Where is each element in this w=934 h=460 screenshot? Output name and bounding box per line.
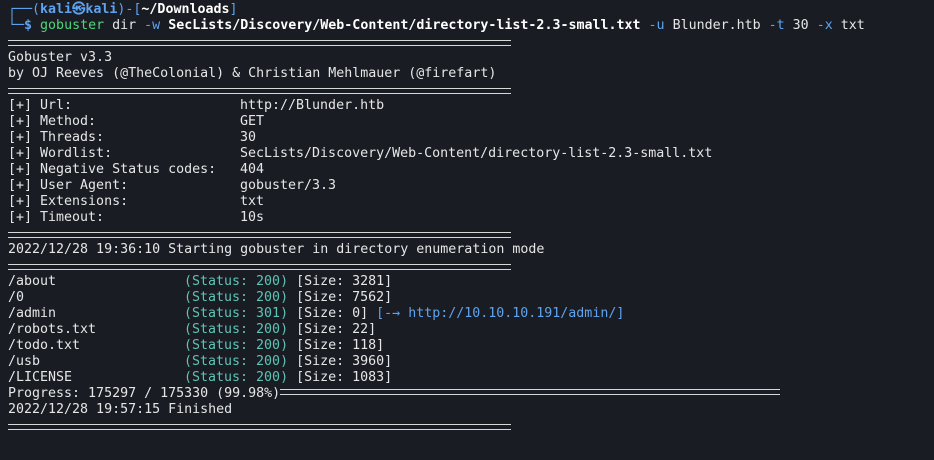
result-status: (Status: 200): [184, 322, 289, 337]
result-row: /LICENSE (Status: 200) [Size: 1083]: [8, 370, 928, 386]
prompt-end: ]: [229, 2, 238, 17]
config-key: [+] User Agent:: [8, 178, 129, 193]
command-mode: dir: [112, 18, 137, 33]
result-status: (Status: 200): [184, 274, 289, 289]
config-value: http://Blunder.htb: [240, 98, 385, 113]
config-value: gobuster/3.3: [240, 178, 337, 193]
result-status: (Status: 301): [184, 306, 289, 321]
config-value: txt: [240, 194, 265, 209]
result-size: [Size: 3960]: [296, 354, 393, 369]
prompt-symbol: $: [24, 18, 33, 33]
result-path: /LICENSE: [8, 370, 73, 385]
result-path: /admin: [8, 306, 57, 321]
config-key: [+] Extensions:: [8, 194, 129, 209]
result-size: [Size: 3281]: [296, 274, 393, 289]
prompt-user: kali: [40, 2, 73, 17]
prompt-mid: )-[: [117, 2, 142, 17]
command-ext: txt: [840, 18, 865, 33]
result-path: /usb: [8, 354, 41, 369]
command-threads: 30: [792, 18, 809, 33]
config-key: [+] Url:: [8, 98, 73, 113]
config-row: [+] Threads: 30: [8, 130, 928, 146]
result-size: [Size: 22]: [296, 322, 377, 337]
config-value: 404: [240, 162, 265, 177]
config-row: [+] Wordlist: SecLists/Discovery/Web-Cont…: [8, 146, 928, 162]
result-row: /admin (Status: 301) [Size: 0] [-→ http:/…: [8, 306, 928, 322]
result-path: /0: [8, 290, 25, 305]
separator: [8, 34, 928, 50]
config-value: 10s: [240, 210, 265, 225]
finished-line: 2022/12/28 19:57:15 Finished: [8, 402, 233, 417]
result-row: /robots.txt (Status: 200) [Size: 22]: [8, 322, 928, 338]
config-key: [+] Threads:: [8, 130, 105, 145]
config-value: SecLists/Discovery/Web-Content/directory…: [240, 146, 713, 161]
result-size: [Size: 0]: [296, 306, 369, 321]
result-size: [Size: 7562]: [296, 290, 393, 305]
config-value: GET: [240, 114, 265, 129]
banner-authors: by OJ Reeves (@TheColonial) & Christian …: [8, 66, 497, 81]
banner-title: Gobuster v3.3: [8, 50, 113, 65]
command-flag-w: -w: [144, 18, 161, 33]
config-row: [+] Extensions: txt: [8, 194, 928, 210]
progress-bar: [280, 389, 781, 395]
result-redirect: [-→ http://10.10.10.191/admin/]: [376, 306, 625, 321]
result-status: (Status: 200): [184, 290, 289, 305]
config-key: [+] Method:: [8, 114, 97, 129]
prompt-host: kali: [85, 2, 118, 17]
result-path: /robots.txt: [8, 322, 97, 337]
command-flag-t: -t: [768, 18, 785, 33]
config-row: [+] Url: http://Blunder.htb: [8, 98, 928, 114]
result-status: (Status: 200): [184, 354, 289, 369]
config-key: [+] Wordlist:: [8, 146, 113, 161]
separator: [8, 418, 928, 434]
config-row: [+] Method: GET: [8, 114, 928, 130]
result-row: /todo.txt (Status: 200) [Size: 118]: [8, 338, 928, 354]
command-flag-u: -u: [648, 18, 665, 33]
command-line: └─$ gobuster dir -w SecLists/Discovery/W…: [8, 18, 928, 34]
config-key: [+] Timeout:: [8, 210, 105, 225]
result-status: (Status: 200): [184, 338, 289, 353]
config-row: [+] Timeout: 10s: [8, 210, 928, 226]
progress-text: Progress: 175297 / 175330 (99.98%): [8, 386, 281, 401]
kali-at-icon: ㉿: [72, 2, 86, 17]
prompt-top-prefix: ┌──(: [8, 2, 41, 17]
result-path: /about: [8, 274, 57, 289]
prompt-line: ┌──(kali㉿kali)-[~/Downloads]: [8, 2, 238, 18]
result-path: /todo.txt: [8, 338, 81, 353]
config-key: [+] Negative Status codes:: [8, 162, 217, 177]
result-row: /about (Status: 200) [Size: 3281]: [8, 274, 928, 290]
start-line: 2022/12/28 19:36:10 Starting gobuster in…: [8, 242, 545, 257]
prompt-bottom-prefix: └─: [8, 18, 25, 33]
command-binary: gobuster: [40, 18, 105, 33]
result-size: [Size: 118]: [296, 338, 385, 353]
result-status: (Status: 200): [184, 370, 289, 385]
separator: [8, 82, 928, 98]
result-row: /0 (Status: 200) [Size: 7562]: [8, 290, 928, 306]
command-url: Blunder.htb: [672, 18, 761, 33]
config-row: [+] Negative Status codes: 404: [8, 162, 928, 178]
prompt-cwd: ~/Downloads: [141, 2, 230, 17]
separator: [8, 258, 928, 274]
command-flag-x: -x: [816, 18, 833, 33]
config-row: [+] User Agent: gobuster/3.3: [8, 178, 928, 194]
result-size: [Size: 1083]: [296, 370, 393, 385]
terminal-output[interactable]: ┌──(kali㉿kali)-[~/Downloads] └─$ gobuste…: [8, 2, 928, 434]
config-value: 30: [240, 130, 257, 145]
result-row: /usb (Status: 200) [Size: 3960]: [8, 354, 928, 370]
progress-line: Progress: 175297 / 175330 (99.98%): [8, 386, 928, 402]
separator: [8, 226, 928, 242]
command-wordlist: SecLists/Discovery/Web-Content/directory…: [168, 18, 641, 33]
